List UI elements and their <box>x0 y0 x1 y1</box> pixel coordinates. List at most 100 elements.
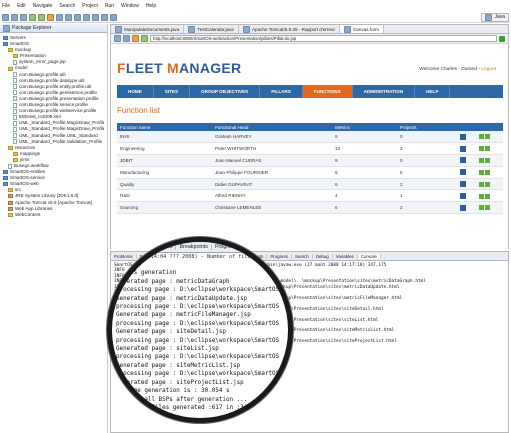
file-icon <box>13 120 17 126</box>
project-icon <box>3 36 8 41</box>
table-cell: 3 <box>397 142 457 156</box>
info-icon[interactable] <box>460 204 466 211</box>
table-cell: 0 <box>397 131 457 144</box>
new-java-project-icon[interactable] <box>56 13 63 21</box>
actions-cell <box>476 189 503 203</box>
delete-icon[interactable] <box>485 134 491 140</box>
info-cell <box>457 154 477 167</box>
actions-cell <box>476 201 503 215</box>
external-tools-icon[interactable] <box>47 13 54 21</box>
editor-tab[interactable]: Canvas.form <box>339 25 385 33</box>
open-type-icon[interactable] <box>83 13 90 21</box>
info-icon[interactable] <box>460 192 466 199</box>
nav-item-sites[interactable]: SITES <box>154 85 191 98</box>
delete-icon[interactable] <box>485 193 491 199</box>
edit-icon[interactable] <box>479 193 485 199</box>
logout-link[interactable]: Logout <box>481 67 496 72</box>
edit-icon[interactable] <box>479 169 485 175</box>
magnified-console-line: Generated page : metricDataGraph <box>116 278 230 285</box>
table-header-row: Function name Functional Head Metrics Proje… <box>117 123 503 131</box>
delete-icon[interactable] <box>485 158 491 164</box>
delete-icon[interactable] <box>485 205 491 211</box>
edit-icon[interactable] <box>479 158 485 164</box>
url-field[interactable]: http://localhost:8080/SmartOS-web/action… <box>150 35 497 42</box>
debug-icon[interactable] <box>29 13 36 21</box>
table-cell: 0 <box>397 154 457 167</box>
stop-icon[interactable] <box>132 35 139 42</box>
forward-arrow-icon[interactable] <box>123 35 130 42</box>
editor-tab[interactable]: Apache Tomcat/5.5.25 - Rapport d'erreur <box>239 25 340 33</box>
folder-icon <box>8 48 13 53</box>
menu-edit[interactable]: Edit <box>17 3 26 11</box>
edit-icon[interactable] <box>479 181 485 187</box>
menu-file[interactable]: File <box>2 3 10 11</box>
folder-icon <box>8 188 13 193</box>
package-explorer-title: Package Explorer <box>12 25 52 31</box>
nav-item-pillars[interactable]: PILLARS <box>260 85 303 98</box>
menu-navigate[interactable]: Navigate <box>33 3 53 11</box>
fleet-manager-logo: FLEET MANAGER <box>117 60 241 76</box>
table-cell: R&D <box>117 189 212 203</box>
edit-icon[interactable] <box>479 134 485 140</box>
nav-item-help[interactable]: HELP <box>415 85 451 98</box>
perspective-switcher[interactable]: Java <box>481 12 509 22</box>
actions-cell <box>476 166 503 179</box>
logo-letter-f: F <box>117 60 126 76</box>
go-icon[interactable] <box>499 35 505 42</box>
bottom-tab[interactable]: Console <box>357 253 381 259</box>
magnified-tab: Breakpoints <box>176 244 212 250</box>
delete-icon[interactable] <box>485 146 491 152</box>
info-cell <box>457 142 477 156</box>
edit-icon[interactable] <box>479 146 485 152</box>
editor-tab[interactable]: TestCalendar.java <box>184 25 239 33</box>
table-cell: 5 <box>332 166 397 179</box>
menu-project[interactable]: Project <box>82 3 98 11</box>
nav-item-group-objectives[interactable]: GROUP OBJECTIVES <box>190 85 261 98</box>
bottom-tab[interactable]: Problems <box>111 253 137 259</box>
table-cell: Jose Manuel CUERAS <box>212 154 332 167</box>
nav-item-home[interactable]: HOME <box>117 85 154 98</box>
menu-help[interactable]: Help <box>146 3 156 11</box>
nav-item-administration[interactable]: ADMINISTRATION <box>353 85 416 98</box>
refresh-icon[interactable] <box>141 35 148 42</box>
nav-item-functions[interactable]: FUNCTIONS <box>302 85 353 98</box>
back-icon[interactable] <box>101 13 108 21</box>
back-arrow-icon[interactable] <box>114 35 121 42</box>
info-icon[interactable] <box>460 145 466 152</box>
print-icon[interactable] <box>20 13 27 21</box>
new-class-icon[interactable] <box>74 13 81 21</box>
tree-item[interactable]: WebContent <box>3 212 104 218</box>
info-icon[interactable] <box>460 157 466 164</box>
editor-tab[interactable]: ManipulateDocuments.java <box>111 25 185 33</box>
new-icon[interactable] <box>2 13 9 21</box>
forward-icon[interactable] <box>110 13 117 21</box>
delete-icon[interactable] <box>485 181 491 187</box>
magnified-console-line: Generated page : siteDetail.jsp <box>116 329 226 336</box>
search-icon[interactable] <box>92 13 99 21</box>
bottom-tab[interactable]: Debug <box>313 253 333 259</box>
new-package-icon[interactable] <box>65 13 72 21</box>
info-icon[interactable] <box>460 169 466 176</box>
column-header: Metrics <box>332 123 397 131</box>
bottom-tab[interactable]: Progress <box>267 253 292 259</box>
table-cell: 1 <box>397 189 457 203</box>
info-icon[interactable] <box>460 133 466 140</box>
magnified-console: [files[files generationGenerated page : … <box>112 261 288 412</box>
info-icon[interactable] <box>460 181 466 188</box>
delete-icon[interactable] <box>485 169 491 175</box>
run-icon[interactable] <box>38 13 45 21</box>
folder-icon <box>13 151 18 156</box>
bottom-tab[interactable]: Search <box>292 253 313 259</box>
file-tab-icon <box>242 25 250 33</box>
column-header: Function name <box>117 123 212 131</box>
project-tree: Servers SmartOS mockup Presentation system_e… <box>0 33 107 220</box>
table-cell: 6 <box>332 178 397 191</box>
magnified-tab: Progress <box>212 244 241 250</box>
menu-run[interactable]: Run <box>105 3 114 11</box>
file-icon <box>13 96 17 102</box>
bottom-tab[interactable]: Variables <box>333 253 358 259</box>
save-icon[interactable] <box>11 13 18 21</box>
menu-window[interactable]: Window <box>121 3 139 11</box>
edit-icon[interactable] <box>479 205 485 211</box>
menu-search[interactable]: Search <box>59 3 75 11</box>
